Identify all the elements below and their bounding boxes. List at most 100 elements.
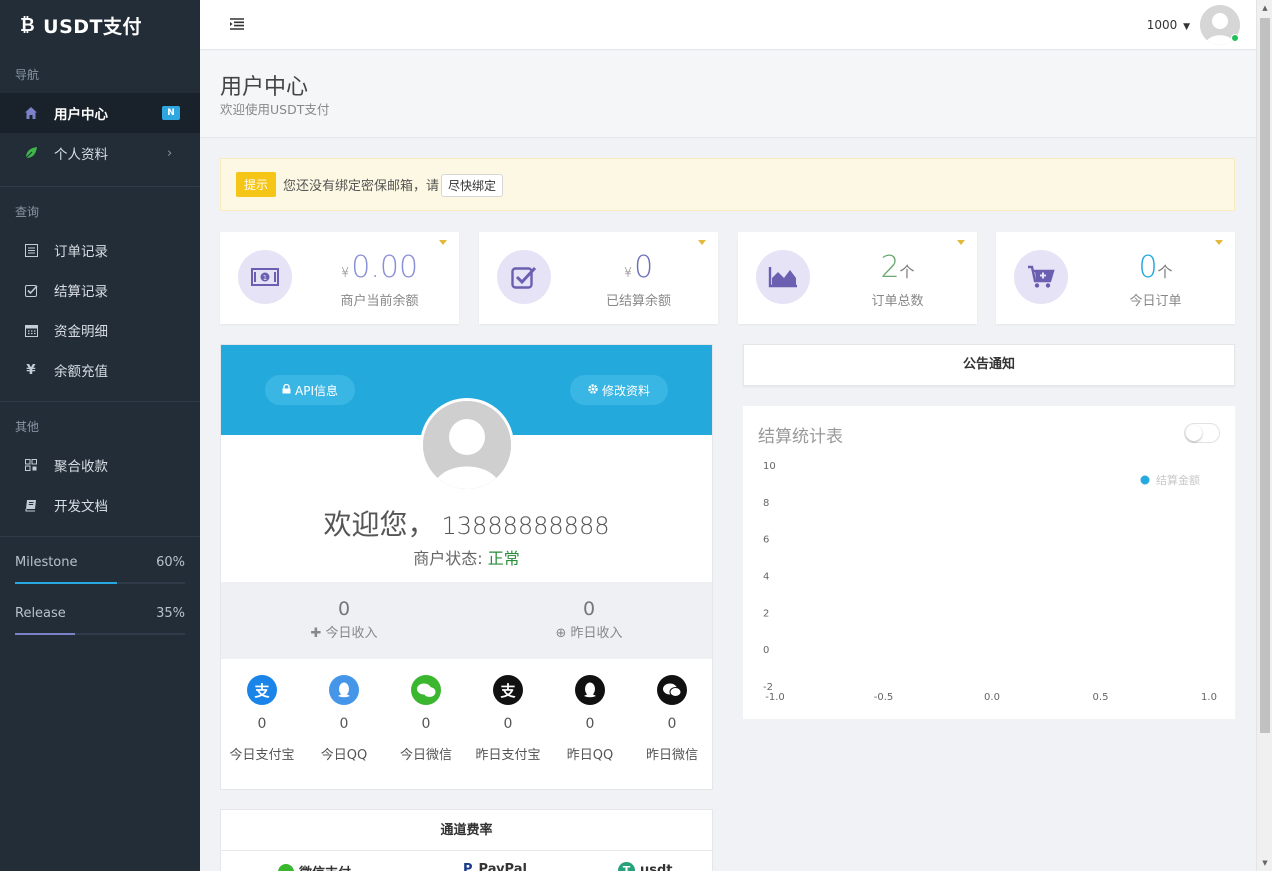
- bind-email-button[interactable]: 尽快绑定: [441, 174, 504, 197]
- stat-label: 订单总数: [871, 294, 924, 309]
- alert-tag: 提示: [236, 172, 277, 197]
- pay-yesterday-qq[interactable]: 0 昨日QQ: [549, 675, 631, 763]
- stat-number: 2: [880, 250, 900, 285]
- nav-section-label: 导航: [15, 68, 40, 82]
- scroll-down-arrow-icon[interactable]: ▼: [1257, 855, 1272, 871]
- scroll-up-arrow-icon[interactable]: ▲: [1257, 0, 1272, 16]
- welcome-text: 欢迎您， 13888888888: [221, 503, 712, 543]
- leaf-icon: [24, 146, 38, 160]
- pay-value: 0: [503, 716, 513, 732]
- sidebar-item-recharge[interactable]: ¥ 余额充值: [0, 350, 200, 390]
- brand[interactable]: ₿ USDT支付: [0, 0, 200, 50]
- sidebar-item-label: 用户中心: [54, 107, 108, 123]
- plus-circle-icon: ⊕: [555, 626, 567, 641]
- pay-label: 昨日微信: [645, 748, 698, 763]
- y-tick-label: 0: [763, 645, 769, 656]
- sidebar-item-aggregate[interactable]: 聚合收款: [0, 445, 200, 485]
- sidebar-item-docs[interactable]: 开发文档: [0, 485, 200, 525]
- plus-icon: ✚: [310, 626, 322, 641]
- list-icon: [24, 243, 38, 257]
- stat-value: ¥0: [559, 250, 718, 292]
- alipay-icon: 支: [247, 675, 277, 705]
- pay-today-qq[interactable]: 0 今日QQ: [303, 675, 385, 763]
- user-dropdown[interactable]: 1000 ▼: [1147, 18, 1190, 32]
- x-tick-label: 1.0: [1201, 692, 1217, 703]
- home-icon: [24, 106, 38, 120]
- status-value: 正常: [487, 549, 520, 568]
- edit-profile-button[interactable]: 修改资料: [570, 375, 668, 405]
- stat-unit: 个: [899, 263, 915, 281]
- scrollbar[interactable]: ▲ ▼: [1256, 0, 1272, 871]
- x-tick-label: -0.5: [874, 692, 894, 703]
- stat-value: 0个: [1076, 250, 1235, 290]
- sidebar-item-settlements[interactable]: 结算记录: [0, 270, 200, 310]
- progress-label: Milestone: [15, 555, 78, 570]
- calendar-icon: [24, 323, 38, 337]
- sidebar-item-user-center[interactable]: 用户中心 N: [0, 93, 200, 133]
- area-chart-icon: [756, 250, 810, 304]
- progress-value: 35%: [156, 606, 185, 621]
- sidebar-item-profile[interactable]: 个人资料 ›: [0, 133, 200, 173]
- pay-today-alipay[interactable]: 支 0 今日支付宝: [221, 675, 303, 763]
- progress-fill: [15, 633, 75, 635]
- api-info-label: API信息: [295, 383, 338, 398]
- y-tick-label: 6: [763, 535, 769, 546]
- svg-text:1: 1: [263, 274, 267, 282]
- currency-symbol: ¥: [623, 266, 633, 281]
- fee-label: PayPal: [478, 862, 527, 871]
- payment-stats: 支 0 今日支付宝 0 今日QQ 0 今日微信 支 0 昨日支付宝 0 昨日QQ…: [221, 659, 712, 789]
- page-title: 用户中心: [220, 75, 309, 100]
- announcement-panel[interactable]: 公告通知: [743, 344, 1235, 386]
- user-name: 1000: [1146, 18, 1178, 32]
- pay-today-wechat[interactable]: 0 今日微信: [385, 675, 467, 763]
- qrcode-icon: [24, 458, 38, 472]
- pay-value: 0: [585, 716, 595, 732]
- sidebar-item-orders[interactable]: 订单记录: [0, 230, 200, 270]
- menu-toggle-icon[interactable]: [230, 18, 244, 30]
- income-label-row: ⊕ 昨日收入: [509, 622, 669, 641]
- stat-unit: 个: [1157, 263, 1173, 281]
- sidebar: ₿ USDT支付 导航 用户中心 N 个人资料 › 查询 订单记录 结算记录 资…: [0, 0, 200, 871]
- yesterday-income: 0 ⊕ 昨日收入: [509, 598, 669, 641]
- stat-number: 0: [1138, 250, 1158, 285]
- income-label: 昨日收入: [570, 626, 623, 641]
- page-subtitle: 欢迎使用USDT支付: [220, 102, 330, 117]
- profile-avatar: [420, 398, 514, 492]
- yen-icon: ¥: [26, 362, 36, 378]
- legend-label: 结算金额: [1156, 473, 1200, 487]
- qq-icon: [575, 675, 605, 705]
- income-value: 0: [337, 598, 351, 620]
- stat-label: 商户当前余额: [340, 294, 419, 309]
- today-income: 0 ✚ 今日收入: [264, 598, 424, 641]
- stat-label: 今日订单: [1129, 294, 1182, 309]
- x-tick-label: 0.0: [984, 692, 1000, 703]
- stat-card-balance: 1 ¥0.00 商户当前余额: [220, 232, 459, 324]
- online-status-dot: [1231, 34, 1239, 42]
- pay-yesterday-wechat[interactable]: 0 昨日微信: [631, 675, 713, 763]
- pay-label: 昨日支付宝: [475, 748, 541, 763]
- welcome-label: 欢迎您，: [323, 508, 436, 541]
- edit-profile-label: 修改资料: [601, 383, 650, 398]
- stat-card-settled: ¥0 已结算余额: [479, 232, 718, 324]
- page-header: 用户中心 欢迎使用USDT支付: [200, 51, 1256, 138]
- stat-card-orders: 2个 订单总数: [738, 232, 977, 324]
- channel-fees-card: 通道费率 微信支付 P PayPal T usdt: [220, 809, 713, 871]
- scroll-thumb[interactable]: [1260, 18, 1270, 733]
- income-summary: 0 ✚ 今日收入 0 ⊕ 昨日收入: [221, 582, 712, 659]
- pay-yesterday-alipay[interactable]: 支 0 昨日支付宝: [467, 675, 549, 763]
- wechat-icon: [411, 675, 441, 705]
- pay-value: 0: [339, 716, 349, 732]
- progress-value: 60%: [156, 555, 185, 570]
- fee-usdt: T usdt: [618, 862, 673, 871]
- sidebar-item-label: 个人资料: [54, 147, 108, 163]
- stat-card-today-orders: 0个 今日订单: [996, 232, 1235, 324]
- stat-label: 已结算余额: [605, 294, 671, 309]
- user-phone: 13888888888: [441, 512, 610, 540]
- sidebar-item-label: 余额充值: [54, 364, 108, 380]
- pay-label: 今日QQ: [320, 748, 368, 763]
- api-info-button[interactable]: API信息: [265, 375, 355, 405]
- book-icon: [24, 498, 38, 512]
- legend-marker: [1140, 475, 1150, 485]
- sidebar-item-funds[interactable]: 资金明细: [0, 310, 200, 350]
- income-label: 今日收入: [325, 626, 378, 641]
